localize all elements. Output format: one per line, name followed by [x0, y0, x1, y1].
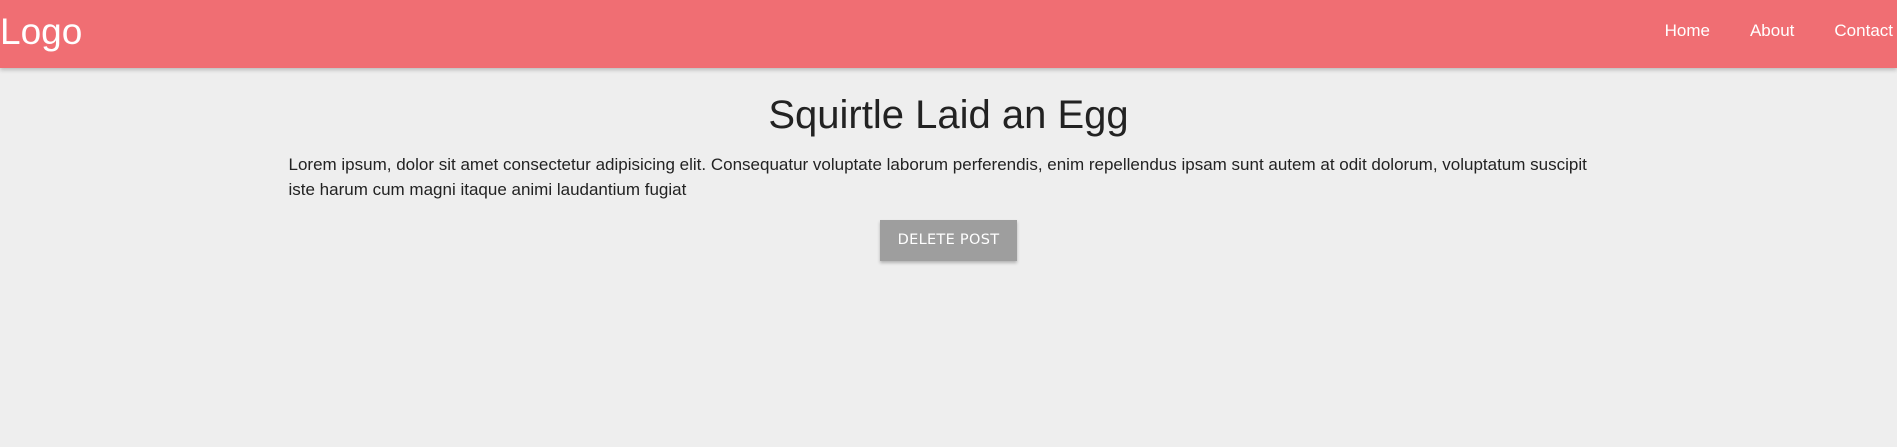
top-navbar: Logo Home About Contact [0, 0, 1897, 68]
post-title: Squirtle Laid an Egg [768, 93, 1129, 137]
delete-post-button[interactable]: DELETE POST [879, 220, 1018, 261]
nav-item-home: Home [1665, 21, 1710, 41]
post-body: Lorem ipsum, dolor sit amet consectetur … [288, 155, 1587, 199]
nav-link-contact[interactable]: Contact [1834, 21, 1893, 40]
nav-item-about: About [1750, 21, 1794, 41]
nav-item-contact: Contact [1834, 21, 1893, 41]
logo-link[interactable]: Logo [0, 12, 82, 52]
nav-link-home[interactable]: Home [1665, 21, 1710, 40]
nav-links: Home About Contact [1625, 0, 1893, 62]
nav-link-about[interactable]: About [1750, 21, 1794, 40]
post-container: Squirtle Laid an Egg Lorem ipsum, dolor … [289, 68, 1609, 261]
